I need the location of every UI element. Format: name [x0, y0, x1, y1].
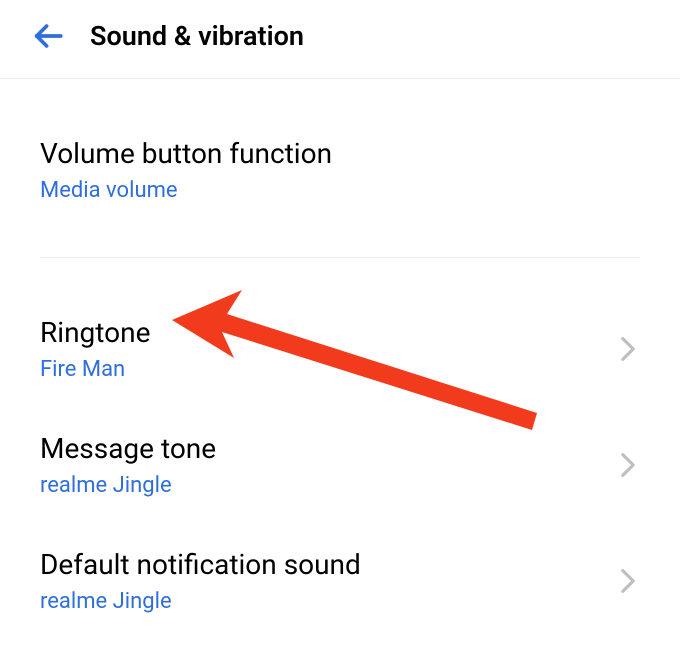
back-arrow-icon[interactable] [30, 18, 66, 54]
setting-label: Message tone [40, 432, 216, 465]
chevron-right-icon [616, 337, 640, 361]
page-title: Sound & vibration [90, 20, 304, 52]
setting-value: Media volume [40, 178, 332, 203]
setting-default-notification-sound[interactable]: Default notification sound realme Jingle [40, 548, 640, 614]
setting-message-tone[interactable]: Message tone realme Jingle [40, 432, 640, 498]
chevron-right-icon [616, 569, 640, 593]
setting-value: realme Jingle [40, 589, 361, 614]
setting-value: realme Jingle [40, 473, 216, 498]
chevron-right-icon [616, 453, 640, 477]
settings-list: Volume button function Media volume Ring… [0, 79, 680, 614]
setting-ringtone[interactable]: Ringtone Fire Man [40, 316, 640, 382]
setting-value: Fire Man [40, 357, 150, 382]
header-bar: Sound & vibration [0, 0, 680, 79]
setting-volume-button-function[interactable]: Volume button function Media volume [40, 137, 640, 203]
setting-label: Ringtone [40, 316, 150, 349]
setting-label: Default notification sound [40, 548, 361, 581]
setting-label: Volume button function [40, 137, 332, 170]
